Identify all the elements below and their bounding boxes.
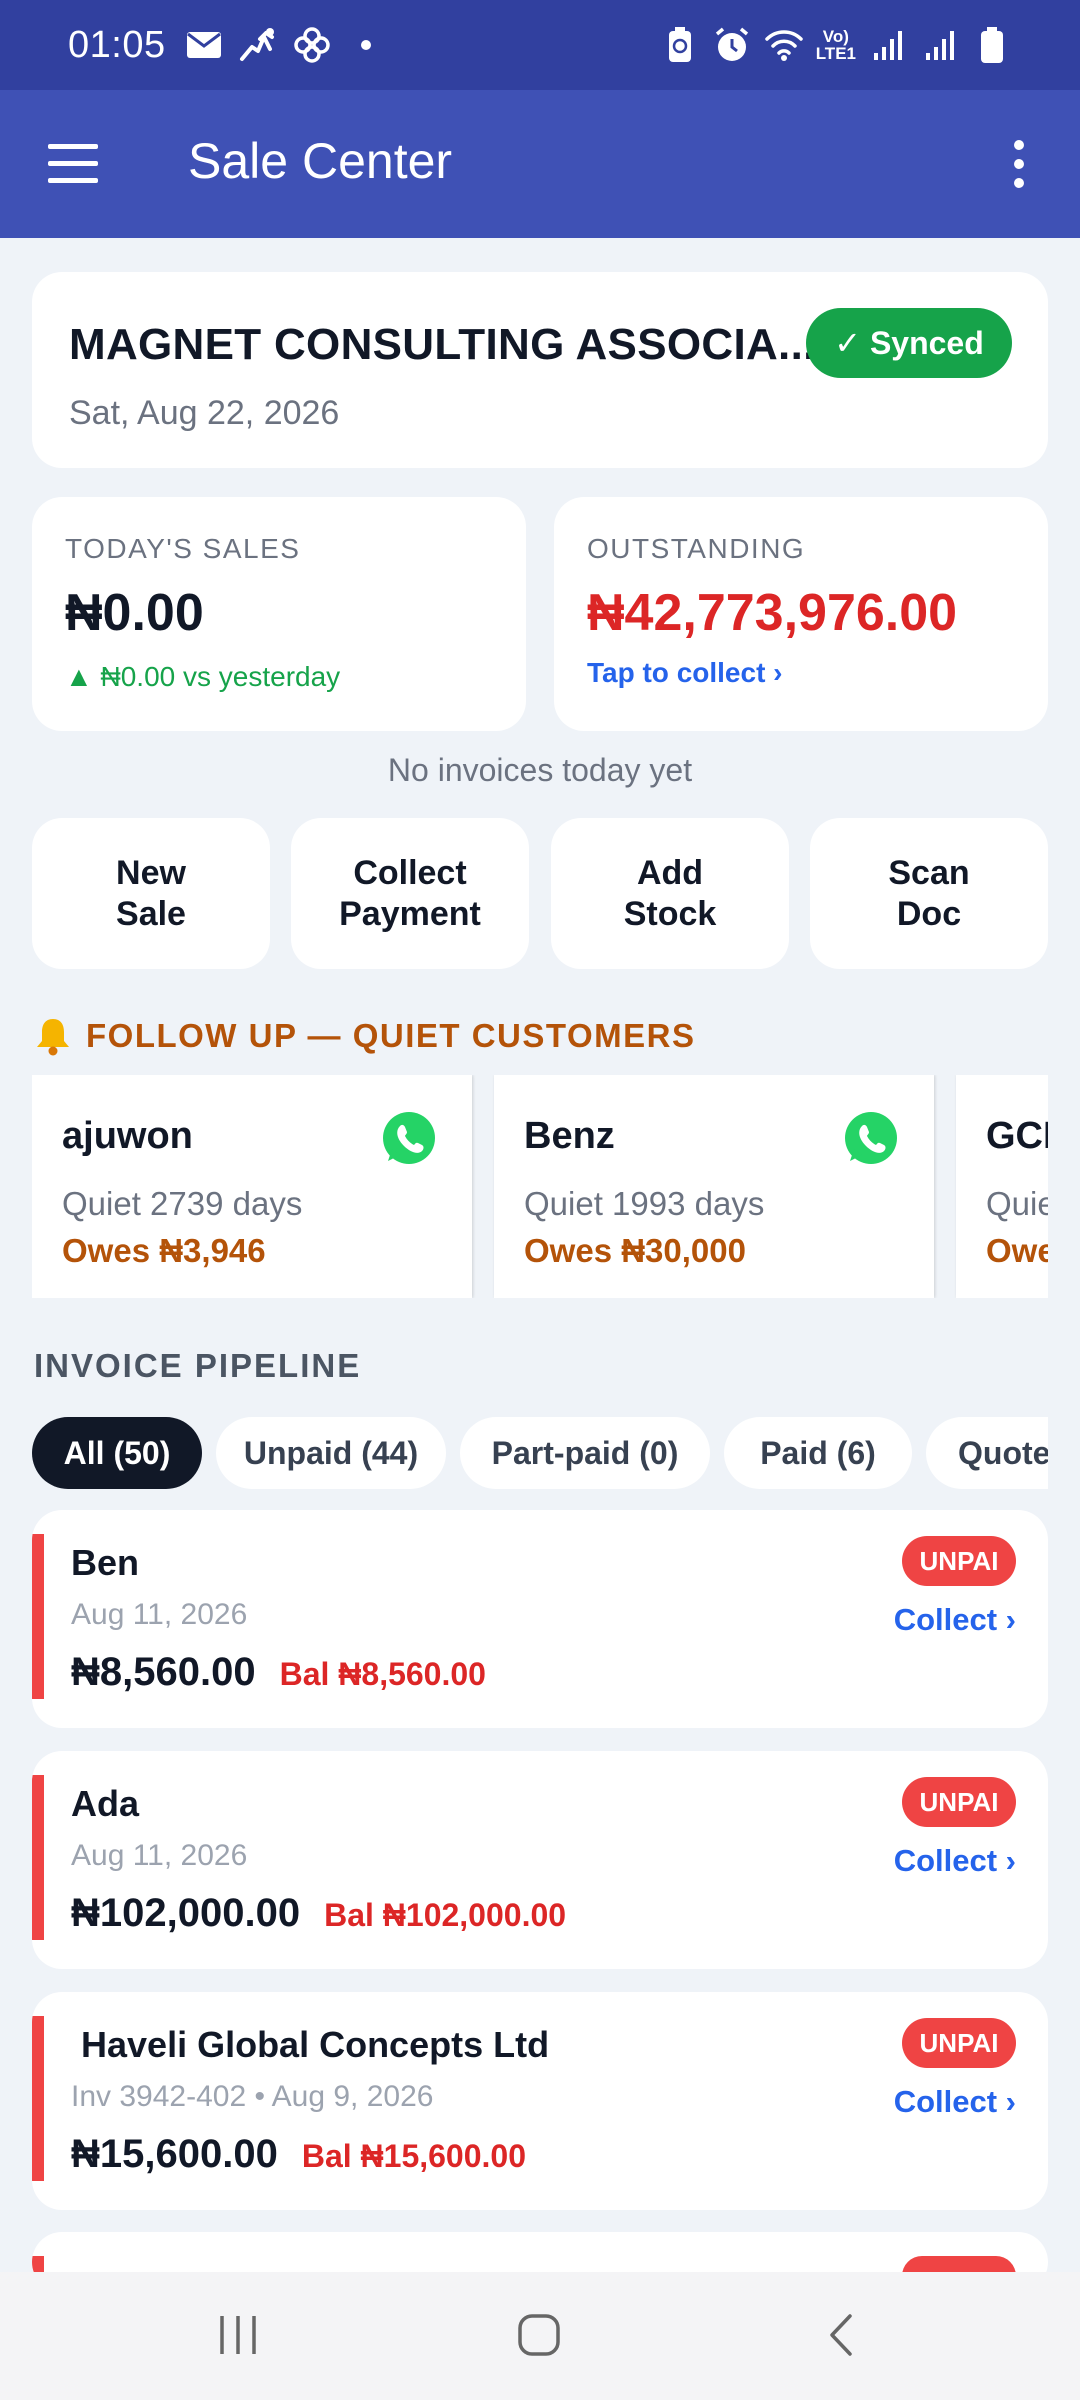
menu-icon[interactable] bbox=[48, 144, 98, 184]
more-options-icon[interactable] bbox=[1014, 140, 1026, 190]
outstanding-value: ₦42,773,976.00 bbox=[587, 584, 958, 642]
filter-part-paid[interactable]: Part-paid (0) bbox=[460, 1417, 710, 1489]
customer-name: Benz bbox=[524, 1115, 615, 1157]
invoice-date: Aug 11, 2026 bbox=[71, 1839, 248, 1872]
invoice-amount-row: ₦8,560.00 Bal ₦8,560.00 bbox=[71, 1650, 486, 1695]
scan-doc-label: Scan Doc bbox=[888, 853, 970, 933]
todays-sales-value: ₦0.00 bbox=[65, 584, 204, 642]
status-indicator bbox=[32, 1775, 44, 1940]
status-badge: UNPAI bbox=[902, 1777, 1016, 1827]
status-bar: 01:05 Vo) LTE1 bbox=[0, 0, 1080, 90]
back-icon[interactable] bbox=[826, 2312, 856, 2363]
pipeline-heading: INVOICE PIPELINE bbox=[34, 1347, 362, 1384]
invoice-amount: ₦102,000.00 bbox=[71, 1891, 301, 1935]
home-icon[interactable] bbox=[516, 2312, 562, 2363]
invoice-balance: Bal ₦15,600.00 bbox=[301, 2138, 526, 2174]
collect-link[interactable]: Collect › bbox=[894, 1602, 1016, 1638]
invoice-card[interactable]: Haveli Global Concepts Ltd Inv 3942-402 … bbox=[32, 1992, 1048, 2210]
add-stock-button[interactable]: Add Stock bbox=[551, 818, 789, 969]
alarm-icon bbox=[712, 25, 752, 65]
filter-quotes[interactable]: Quotes bbox=[926, 1417, 1048, 1489]
collect-link[interactable]: Collect › bbox=[894, 1843, 1016, 1879]
page-title: Sale Center bbox=[188, 133, 453, 189]
invoice-amount-row: ₦102,000.00 Bal ₦102,000.00 bbox=[71, 1891, 566, 1936]
invoice-card[interactable]: Ada Aug 11, 2026 ₦102,000.00 Bal ₦102,000… bbox=[32, 1751, 1048, 1969]
follow-up-card[interactable]: Benz Quiet 1993 days Owes ₦30,000 bbox=[494, 1075, 934, 1298]
add-stock-label: Add Stock bbox=[623, 853, 717, 933]
outstanding-label: OUTSTANDING bbox=[587, 533, 806, 564]
mail-icon bbox=[184, 25, 224, 65]
follow-up-heading: FOLLOW UP — QUIET CUSTOMERS bbox=[32, 1015, 695, 1057]
recents-icon[interactable] bbox=[216, 2312, 260, 2363]
collect-payment-label: Collect Payment bbox=[339, 853, 481, 933]
todays-sales-card[interactable]: TODAY'S SALES ₦0.00 ▲ ₦0.00 vs yesterday bbox=[32, 497, 526, 731]
customer-name: ajuwon bbox=[62, 1115, 193, 1157]
status-indicator bbox=[32, 2016, 44, 2181]
invoice-customer: Ada bbox=[71, 1783, 140, 1824]
follow-up-card[interactable]: GCI Quiet Owes bbox=[956, 1075, 1048, 1298]
follow-up-card[interactable]: ajuwon Quiet 2739 days Owes ₦3,946 bbox=[32, 1075, 472, 1298]
status-badge: UNPAI bbox=[902, 2018, 1016, 2068]
amount-owed: Owes bbox=[986, 1232, 1048, 1269]
amount-owed: Owes ₦3,946 bbox=[62, 1232, 266, 1269]
dot-icon bbox=[346, 25, 386, 65]
invoice-card[interactable]: Ben Aug 11, 2026 ₦8,560.00 Bal ₦8,560.00 … bbox=[32, 1510, 1048, 1728]
invoice-date: Inv 3942-402 • Aug 9, 2026 bbox=[71, 2080, 434, 2113]
follow-up-carousel[interactable]: ajuwon Quiet 2739 days Owes ₦3,946 Benz … bbox=[32, 1075, 1048, 1298]
signal-icon bbox=[920, 25, 960, 65]
pinwheel-icon bbox=[292, 25, 332, 65]
amount-owed: Owes ₦30,000 bbox=[524, 1232, 746, 1269]
sales-change: ▲ ₦0.00 vs yesterday bbox=[65, 661, 341, 692]
collect-link[interactable]: Collect › bbox=[894, 2084, 1016, 2120]
invoice-date: Aug 11, 2026 bbox=[71, 1598, 248, 1631]
invoice-amount: ₦8,560.00 bbox=[71, 1650, 256, 1694]
outstanding-card[interactable]: OUTSTANDING ₦42,773,976.00 Tap to collec… bbox=[554, 497, 1048, 731]
activity-icon bbox=[238, 25, 278, 65]
invoice-customer: Ben bbox=[71, 1542, 140, 1583]
battery-icon bbox=[972, 25, 1012, 65]
todays-sales-label: TODAY'S SALES bbox=[65, 533, 301, 564]
quiet-days: Quiet 2739 days bbox=[62, 1185, 303, 1222]
sync-status-badge[interactable]: ✓ Synced bbox=[806, 308, 1012, 378]
filter-all[interactable]: All (50) bbox=[32, 1417, 202, 1489]
whatsapp-icon[interactable] bbox=[380, 1109, 438, 1167]
invoice-amount: ₦15,600.00 bbox=[71, 2132, 278, 2176]
bell-icon bbox=[32, 1015, 74, 1057]
business-name: MAGNET CONSULTING ASSOCIA... bbox=[69, 320, 816, 369]
collect-payment-button[interactable]: Collect Payment bbox=[291, 818, 529, 969]
filter-paid[interactable]: Paid (6) bbox=[724, 1417, 912, 1489]
quiet-days: Quiet 1993 days bbox=[524, 1185, 765, 1222]
battery-saver-icon bbox=[660, 25, 700, 65]
business-card: MAGNET CONSULTING ASSOCIA... Sat, Aug 22… bbox=[32, 272, 1048, 468]
invoice-customer: Haveli Global Concepts Ltd bbox=[71, 2024, 550, 2065]
pipeline-filter-tabs: All (50) Unpaid (44) Part-paid (0) Paid … bbox=[32, 1417, 1048, 1489]
scan-doc-button[interactable]: Scan Doc bbox=[810, 818, 1048, 969]
no-invoices-message: No invoices today yet bbox=[387, 752, 693, 788]
quiet-days: Quiet bbox=[986, 1185, 1048, 1222]
new-sale-label: New Sale bbox=[116, 853, 186, 933]
filter-unpaid[interactable]: Unpaid (44) bbox=[216, 1417, 446, 1489]
invoice-balance: Bal ₦8,560.00 bbox=[279, 1656, 486, 1692]
follow-up-title: FOLLOW UP — QUIET CUSTOMERS bbox=[86, 1017, 696, 1054]
wifi-icon bbox=[764, 25, 804, 65]
app-bar: Sale Center bbox=[0, 90, 1080, 238]
status-indicator bbox=[32, 1534, 44, 1699]
business-date: Sat, Aug 22, 2026 bbox=[69, 394, 340, 432]
customer-name: GCI bbox=[986, 1115, 1048, 1157]
tap-to-collect-link[interactable]: Tap to collect › bbox=[587, 657, 783, 689]
signal-icon bbox=[868, 25, 908, 65]
status-time: 01:05 bbox=[68, 23, 166, 66]
status-badge: UNPAI bbox=[902, 1536, 1016, 1586]
system-nav-bar bbox=[0, 2272, 1080, 2400]
new-sale-button[interactable]: New Sale bbox=[32, 818, 270, 969]
volte-icon: Vo) LTE1 bbox=[815, 27, 856, 63]
invoice-amount-row: ₦15,600.00 Bal ₦15,600.00 bbox=[71, 2132, 526, 2177]
invoice-balance: Bal ₦102,000.00 bbox=[324, 1897, 567, 1933]
whatsapp-icon[interactable] bbox=[842, 1109, 900, 1167]
